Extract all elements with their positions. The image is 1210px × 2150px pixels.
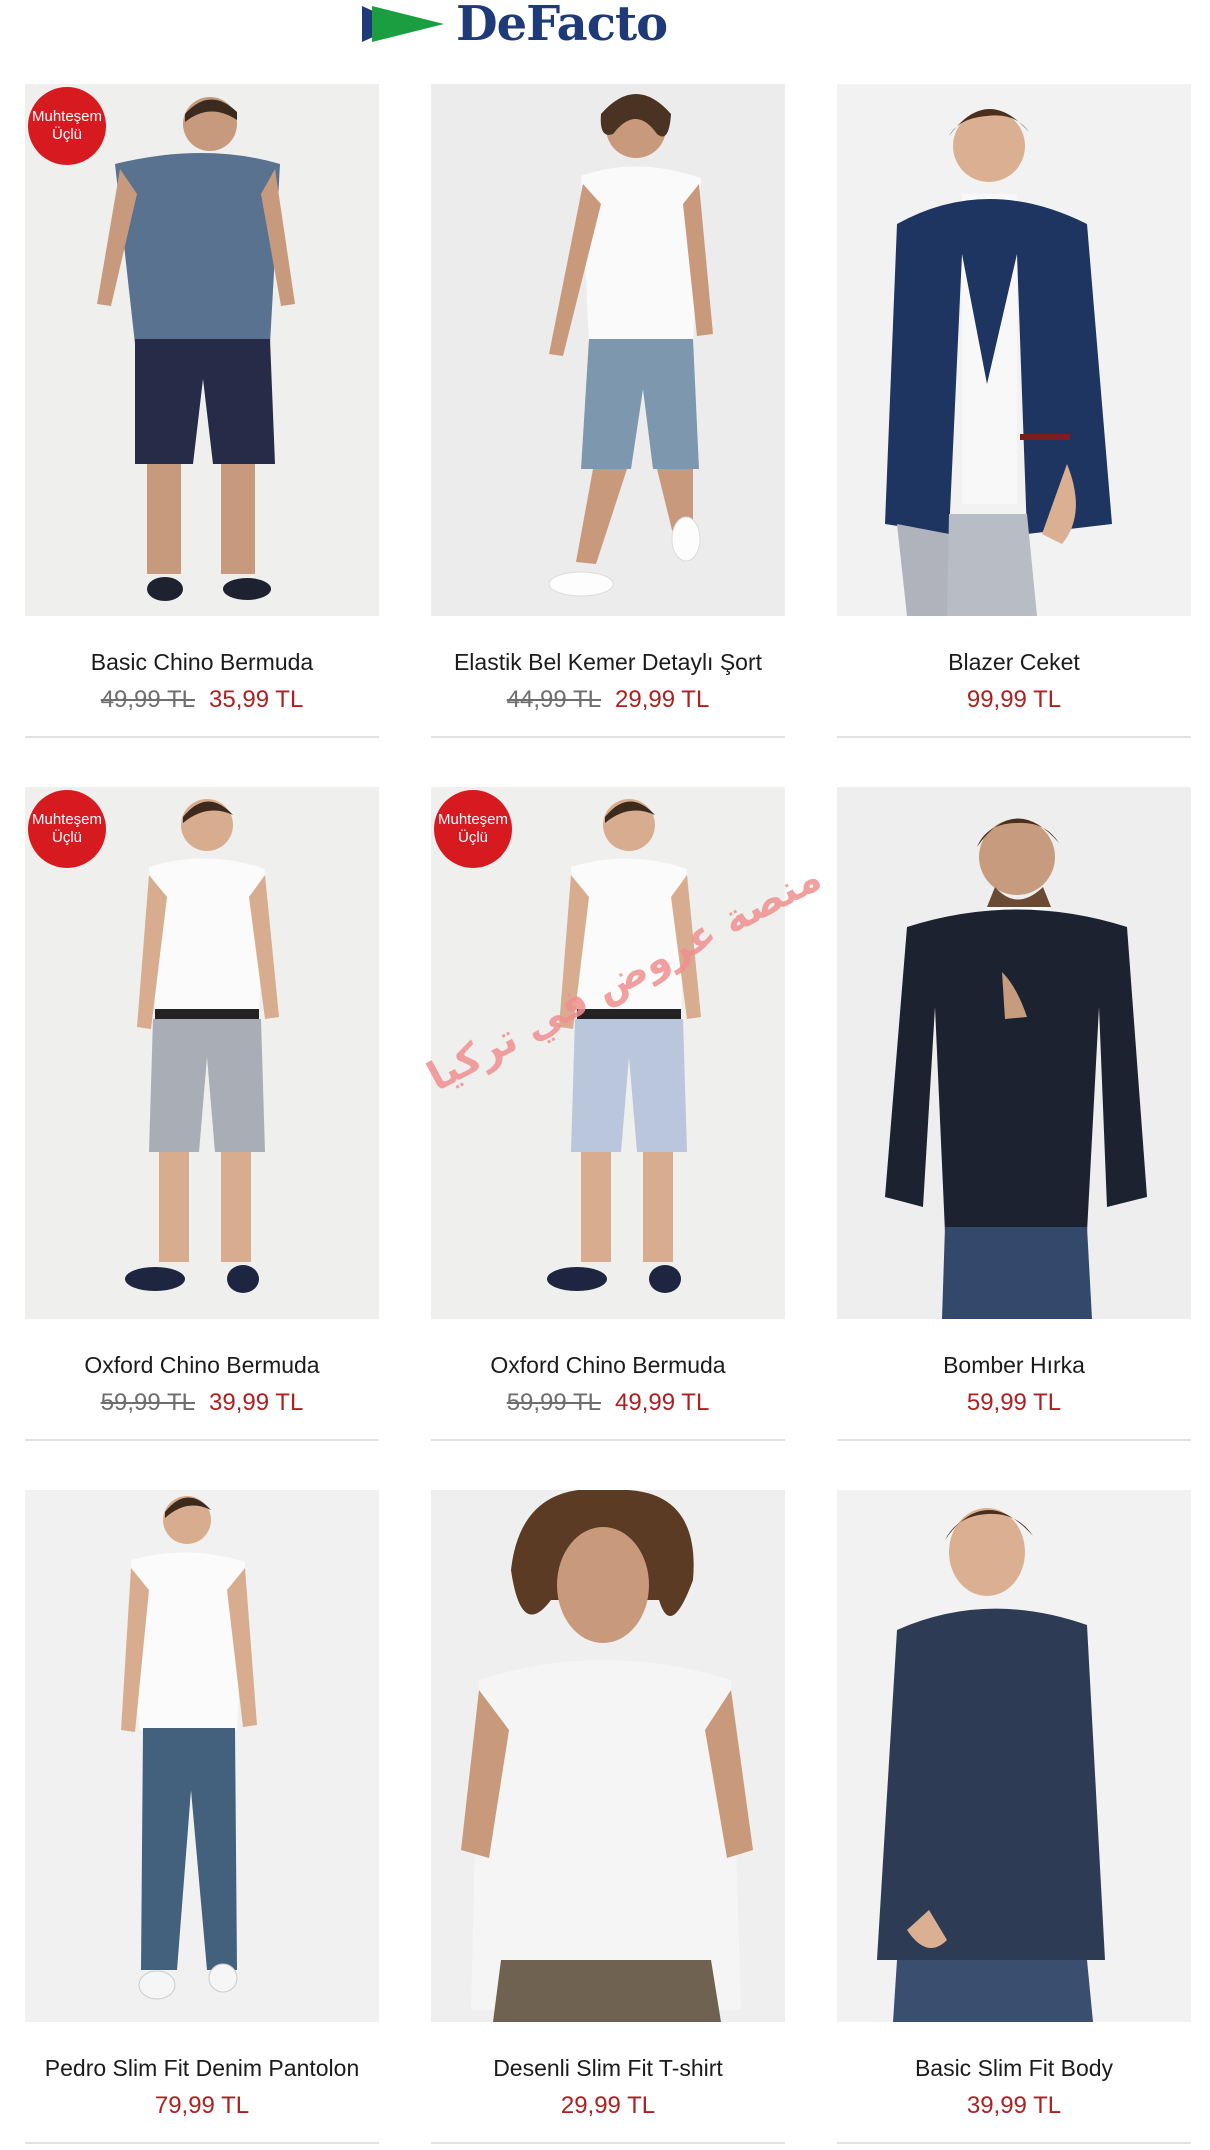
sale-price: 29,99 TL bbox=[615, 686, 710, 713]
old-price: 49,99 TL bbox=[100, 686, 195, 713]
divider bbox=[25, 1439, 379, 1441]
product-price: 44,99 TL 29,99 TL bbox=[431, 686, 785, 714]
divider bbox=[25, 736, 379, 738]
product-name[interactable]: Elastik Bel Kemer Detaylı Şort bbox=[431, 649, 785, 676]
sale-price: 79,99 TL bbox=[154, 2092, 250, 2119]
product-price: 59,99 TL bbox=[837, 1389, 1191, 1417]
product-image[interactable] bbox=[837, 787, 1191, 1319]
old-price: 44,99 TL bbox=[506, 686, 601, 713]
product-name[interactable]: Desenli Slim Fit T-shirt bbox=[431, 2055, 785, 2082]
product-name[interactable]: Pedro Slim Fit Denim Pantolon bbox=[25, 2055, 379, 2082]
product-name[interactable]: Blazer Ceket bbox=[837, 649, 1191, 676]
product-price: 59,99 TL 49,99 TL bbox=[431, 1389, 785, 1417]
product-name[interactable]: Oxford Chino Bermuda bbox=[25, 1352, 379, 1379]
product-image[interactable] bbox=[25, 1490, 379, 2022]
promo-badge: Muhteşem Üçlü bbox=[28, 790, 106, 868]
product-price: 39,99 TL bbox=[837, 2092, 1191, 2120]
sale-price: 59,99 TL bbox=[966, 1389, 1062, 1416]
promo-badge: Muhteşem Üçlü bbox=[434, 790, 512, 868]
promo-badge-line1: Muhteşem bbox=[31, 108, 103, 125]
product-name[interactable]: Bomber Hırka bbox=[837, 1352, 1191, 1379]
product-image[interactable] bbox=[431, 84, 785, 616]
product-name[interactable]: Basic Chino Bermuda bbox=[25, 649, 379, 676]
divider bbox=[837, 736, 1191, 738]
divider bbox=[837, 1439, 1191, 1441]
product-price: 29,99 TL bbox=[431, 2092, 785, 2120]
product-image[interactable] bbox=[837, 1490, 1191, 2022]
product-price: 99,99 TL bbox=[837, 686, 1191, 714]
sale-price: 29,99 TL bbox=[560, 2092, 656, 2119]
page-header: DeFacto bbox=[0, 0, 1210, 60]
divider bbox=[25, 2142, 379, 2144]
old-price: 59,99 TL bbox=[100, 1389, 195, 1416]
sale-price: 39,99 TL bbox=[966, 2092, 1062, 2119]
sale-price: 49,99 TL bbox=[615, 1389, 710, 1416]
divider bbox=[431, 2142, 785, 2144]
promo-badge: Muhteşem Üçlü bbox=[28, 87, 106, 165]
sale-price: 99,99 TL bbox=[966, 686, 1062, 713]
product-name[interactable]: Oxford Chino Bermuda bbox=[431, 1352, 785, 1379]
old-price: 59,99 TL bbox=[506, 1389, 601, 1416]
divider bbox=[431, 1439, 785, 1441]
product-name[interactable]: Basic Slim Fit Body bbox=[837, 2055, 1191, 2082]
product-image[interactable]: Muhteşem Üçlü bbox=[25, 787, 379, 1319]
product-price: 49,99 TL 35,99 TL bbox=[25, 686, 379, 714]
promo-badge-line2: Üçlü bbox=[51, 126, 82, 143]
promo-badge-line1: Muhteşem bbox=[31, 811, 103, 828]
product-image[interactable] bbox=[837, 84, 1191, 616]
product-price: 79,99 TL bbox=[25, 2092, 379, 2120]
product-price: 59,99 TL 39,99 TL bbox=[25, 1389, 379, 1417]
brand-logo-text: DeFacto bbox=[456, 2, 667, 46]
promo-badge-line2: Üçlü bbox=[51, 829, 82, 846]
divider bbox=[431, 736, 785, 738]
promo-badge-line1: Muhteşem bbox=[437, 811, 509, 828]
sale-price: 39,99 TL bbox=[209, 1389, 304, 1416]
brand-logo[interactable]: DeFacto bbox=[362, 2, 847, 46]
divider bbox=[837, 2142, 1191, 2144]
promo-badge-line2: Üçlü bbox=[457, 829, 488, 846]
product-image[interactable] bbox=[431, 1490, 785, 2022]
sale-price: 35,99 TL bbox=[209, 686, 304, 713]
product-image[interactable]: Muhteşem Üçlü bbox=[25, 84, 379, 616]
